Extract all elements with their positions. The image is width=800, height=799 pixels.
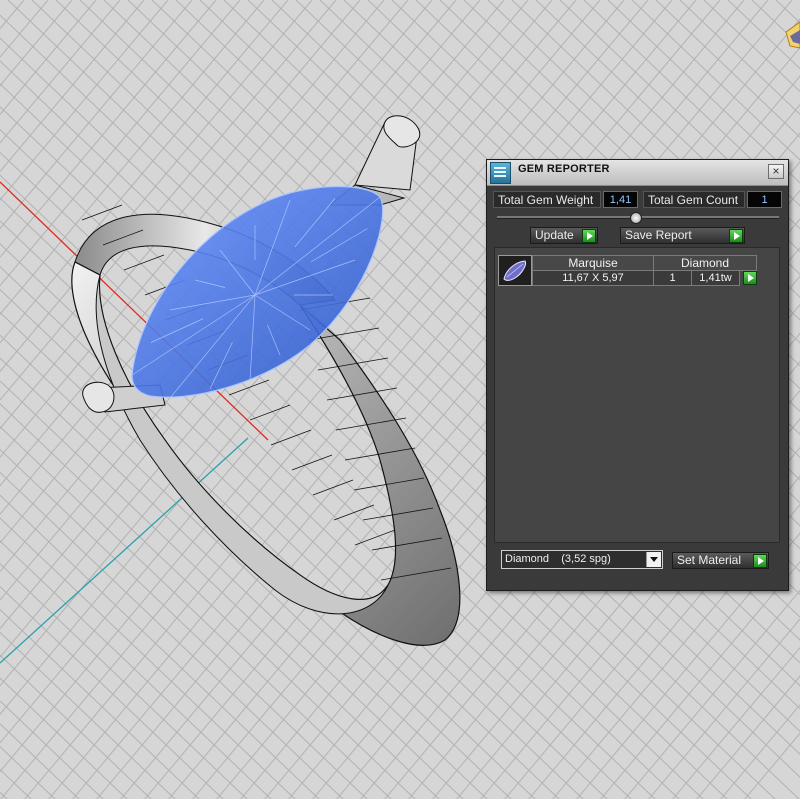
total-gem-weight-value: 1,41 [603, 191, 638, 208]
gem-list: Marquise Diamond 11,67 X 5,97 1 1,41tw [494, 247, 780, 543]
save-report-button[interactable]: Save Report [620, 227, 745, 244]
close-icon[interactable]: × [768, 164, 784, 179]
ring-model[interactable] [71, 115, 461, 646]
play-arrow-icon [729, 229, 743, 243]
set-material-button-label: Set Material [677, 553, 742, 567]
panel-title: GEM REPORTER [518, 163, 610, 175]
marquise-thumbnail-icon [498, 255, 532, 286]
panel-titlebar[interactable]: GEM REPORTER × [487, 160, 788, 186]
total-gem-weight-label: Total Gem Weight [493, 191, 601, 208]
set-material-button[interactable]: Set Material [672, 552, 769, 569]
column-header-shape: Marquise [532, 255, 654, 271]
axis-gizmo[interactable] [785, 21, 800, 49]
gem-weight-cell: 1,41tw [691, 270, 740, 286]
column-header-material: Diamond [653, 255, 757, 271]
gem-reporter-icon [490, 162, 511, 184]
play-arrow-icon [582, 229, 596, 243]
material-select-value: Diamond (3,52 spg) [505, 553, 611, 565]
y-axis-line [0, 437, 249, 664]
slider-handle[interactable] [630, 212, 642, 224]
gem-count-cell: 1 [653, 270, 692, 286]
gem-reporter-panel: GEM REPORTER × Total Gem Weight 1,41 Tot… [486, 159, 789, 591]
update-button[interactable]: Update [530, 227, 598, 244]
chevron-down-icon[interactable] [646, 552, 661, 567]
total-gem-count-label: Total Gem Count [643, 191, 745, 208]
save-report-button-label: Save Report [625, 228, 692, 242]
material-select[interactable]: Diamond (3,52 spg) [501, 550, 663, 569]
update-button-label: Update [535, 228, 574, 242]
gem-size-cell: 11,67 X 5,97 [532, 270, 654, 286]
total-gem-count-value: 1 [747, 191, 782, 208]
row-action-arrow-icon[interactable] [743, 271, 757, 285]
play-arrow-icon [753, 554, 767, 568]
